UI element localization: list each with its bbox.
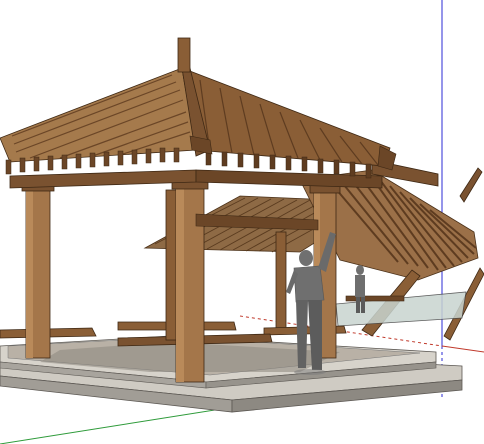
figure-left-leg	[296, 300, 308, 368]
red-axis	[441, 345, 484, 353]
front-eave-beam	[9, 169, 197, 189]
figure-torso	[293, 265, 325, 303]
roof-right-face	[181, 67, 391, 167]
column-left	[21, 182, 55, 359]
background-figure	[355, 265, 365, 313]
roof-left-face	[0, 67, 197, 163]
figure-head	[299, 250, 313, 266]
3d-modeling-viewport[interactable]	[0, 0, 484, 444]
pergola-bench	[345, 295, 405, 302]
rear-canopy-post	[275, 231, 287, 329]
main-hip-roof[interactable]	[0, 37, 397, 179]
figure-shadow	[294, 369, 326, 375]
column-front-center	[171, 179, 209, 383]
pergola-diagonal-strut	[459, 167, 483, 203]
finial-post	[177, 37, 191, 73]
pavilion-scene[interactable]	[0, 0, 484, 444]
